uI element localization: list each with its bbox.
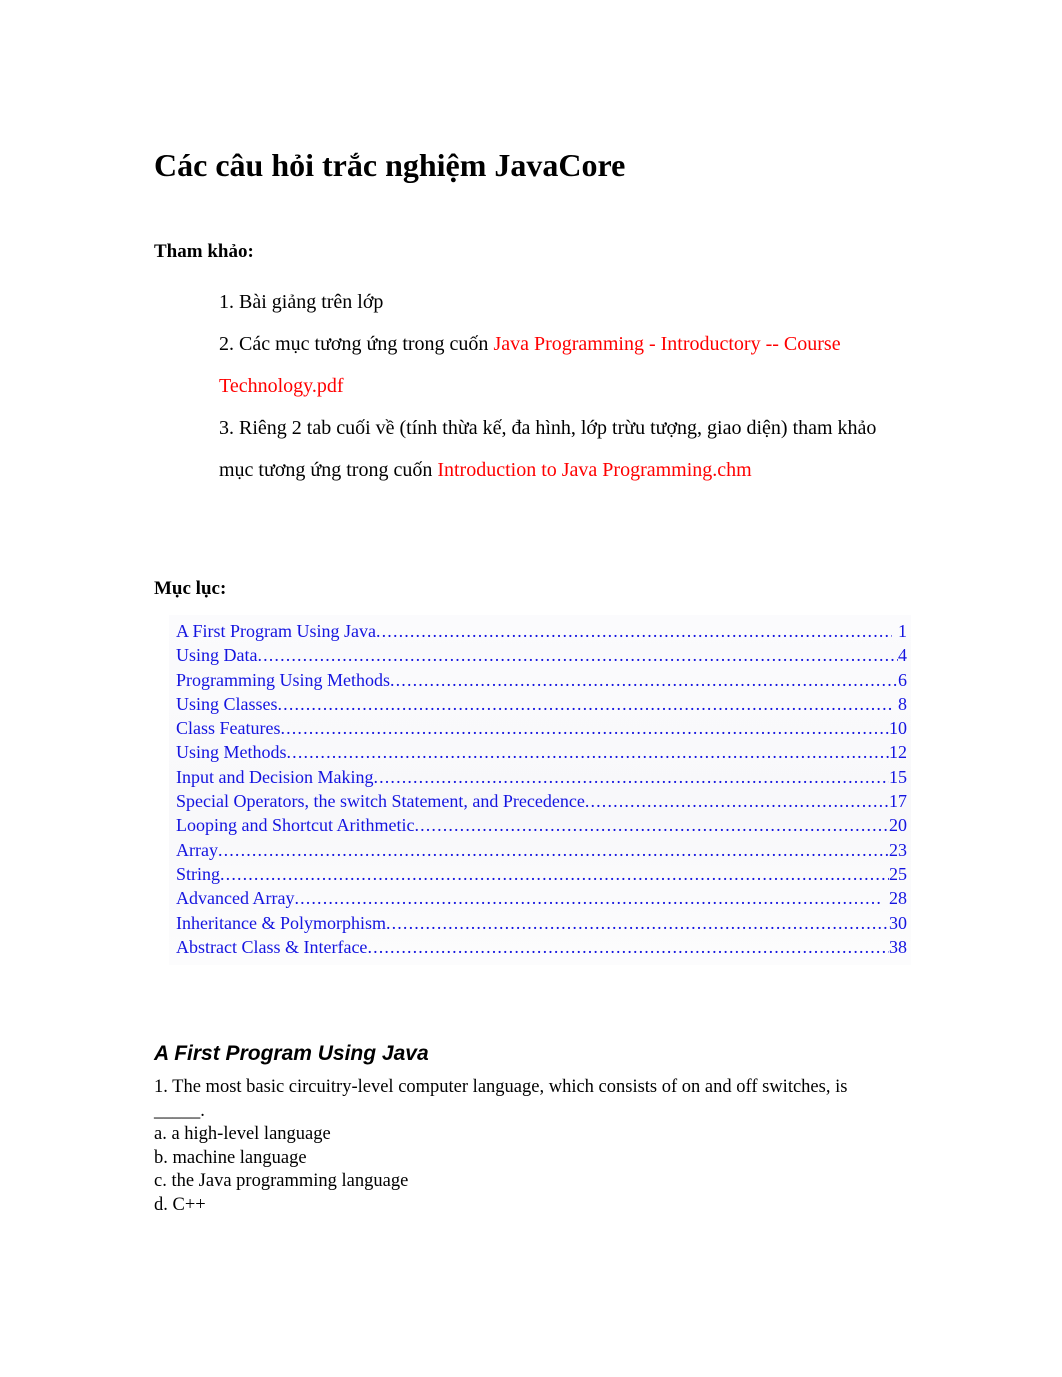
toc-entry[interactable]: Abstract Class & Interface..............… [169, 935, 911, 959]
toc-leader-dots: ........................................… [376, 621, 892, 641]
toc-entry-page: 10 [889, 718, 907, 739]
toc-entry-title: String [176, 863, 221, 884]
reference-item-1-text: 1. Bài giảng trên lớp [219, 291, 384, 313]
question-option-d[interactable]: d. C++ [154, 1194, 854, 1218]
toc-leader-dots: ........................................… [257, 645, 898, 666]
toc-leader-dots: ........................................… [367, 936, 889, 957]
toc-entry[interactable]: A First Program Using Java..............… [169, 619, 911, 643]
references-list: 1. Bài giảng trên lớp 2. Các mục tương ứ… [219, 281, 909, 491]
toc-leader-dots: ........................................… [373, 766, 889, 787]
toc-entry-title: A First Program Using Java [176, 621, 376, 641]
toc-leader-dots: ........................................… [294, 888, 883, 909]
reference-item-1: 1. Bài giảng trên lớp [219, 281, 909, 323]
table-of-contents: A First Program Using Java..............… [169, 615, 911, 966]
toc-leader-dots: ........................................… [286, 742, 889, 763]
question-option-b[interactable]: b. machine language [154, 1147, 854, 1171]
toc-entry-page: 23 [889, 839, 907, 860]
toc-entry[interactable]: Using Data..............................… [169, 643, 911, 667]
toc-entry-page: 20 [889, 815, 907, 836]
toc-entry-page: 30 [889, 912, 907, 933]
toc-entry-title: Inheritance & Polymorphism [176, 912, 386, 933]
question-option-c[interactable]: c. the Java programming language [154, 1170, 854, 1194]
toc-entry[interactable]: Using Methods...........................… [169, 740, 911, 764]
toc-leader-dots: ........................................… [220, 863, 889, 884]
toc-entry-page: 8 [898, 693, 907, 714]
toc-leader-dots: ........................................… [385, 912, 889, 933]
document-page: Các câu hỏi trắc nghiệm JavaCore Tham kh… [0, 0, 1062, 1377]
question-option-a[interactable]: a. a high-level language [154, 1123, 854, 1147]
toc-entry-page: 6 [898, 669, 907, 690]
toc-entry-page: 4 [898, 645, 907, 666]
toc-leader-dots: ........................................… [390, 669, 898, 690]
toc-leader-dots: ........................................… [584, 791, 889, 812]
toc-entry[interactable]: Array...................................… [169, 838, 911, 862]
toc-entry-page: 12 [889, 742, 907, 763]
toc-entry-title: Class Features [176, 718, 281, 739]
reference-item-2-text: 2. Các mục tương ứng trong cuốn [219, 333, 494, 355]
toc-entry-title: Using Methods [176, 742, 287, 763]
toc-leader-dots: ........................................… [280, 718, 889, 739]
toc-entry[interactable]: Special Operators, the switch Statement,… [169, 789, 911, 813]
toc-entry[interactable]: Input and Decision Making...............… [169, 765, 911, 789]
toc-entry-page: 25 [889, 863, 907, 884]
toc-entry[interactable]: Looping and Shortcut Arithmetic.........… [169, 813, 911, 837]
question-options: a. a high-level language b. machine lang… [154, 1123, 854, 1217]
page-title: Các câu hỏi trắc nghiệm JavaCore [154, 147, 626, 183]
toc-entry[interactable]: Inheritance & Polymorphism..............… [169, 911, 911, 935]
toc-entry-title: Using Data [176, 645, 258, 666]
question-block: 1. The most basic circuitry-level comput… [154, 1076, 854, 1217]
toc-entry-page: 28 [889, 888, 907, 909]
toc-entry-title: Programming Using Methods [176, 669, 390, 690]
reference-item-3: 3. Riêng 2 tab cuối về (tính thừa kế, đa… [219, 407, 909, 491]
toc-leader-dots: ........................................… [277, 693, 892, 714]
toc-entry-title: Looping and Shortcut Arithmetic [176, 815, 415, 836]
toc-leader-dots: ........................................… [414, 815, 889, 836]
toc-entry[interactable]: Using Classes...........................… [169, 692, 911, 716]
toc-heading: Mục lục: [154, 578, 227, 599]
toc-entry-title: Input and Decision Making [176, 766, 374, 787]
references-heading: Tham khảo: [154, 241, 254, 262]
toc-entry[interactable]: Advanced Array..........................… [169, 886, 911, 910]
toc-entry-page: 17 [889, 791, 907, 812]
toc-entry[interactable]: String..................................… [169, 862, 911, 886]
toc-entry-title: Special Operators, the switch Statement,… [176, 791, 585, 812]
toc-entry-title: Abstract Class & Interface [176, 936, 368, 957]
question-text: 1. The most basic circuitry-level comput… [154, 1077, 848, 1121]
toc-entry-title: Advanced Array [176, 888, 295, 909]
toc-leader-dots: ........................................… [217, 839, 889, 860]
reference-item-3-source: Introduction to Java Programming.chm [437, 459, 752, 481]
toc-entry-title: Using Classes [176, 693, 278, 714]
section-heading: A First Program Using Java [154, 1042, 429, 1065]
toc-entry[interactable]: Class Features..........................… [169, 716, 911, 740]
toc-entry-page: 15 [889, 766, 907, 787]
reference-item-2: 2. Các mục tương ứng trong cuốn Java Pro… [219, 323, 909, 407]
toc-entry-title: Array [176, 839, 218, 860]
toc-entry[interactable]: Programming Using Methods...............… [169, 668, 911, 692]
toc-entry-page: 1 [898, 621, 907, 641]
toc-entry-page: 38 [889, 936, 907, 957]
